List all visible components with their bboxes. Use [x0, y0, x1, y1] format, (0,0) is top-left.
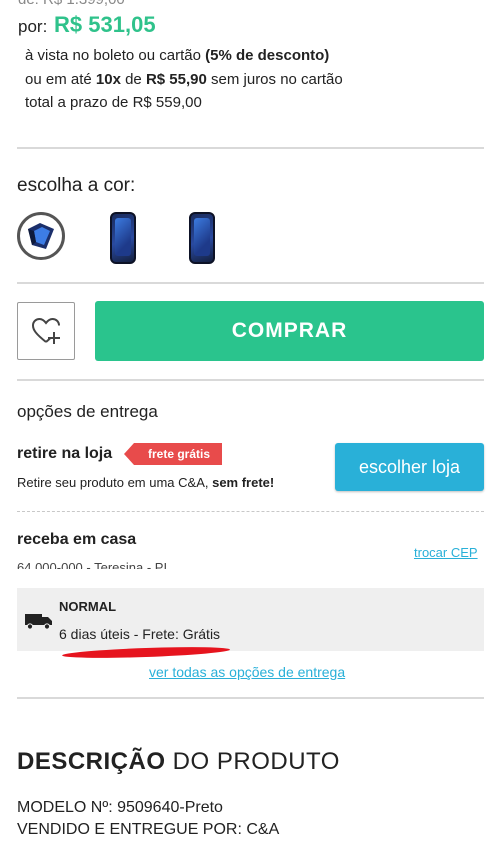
color-swatch-3[interactable] — [189, 212, 239, 264]
divider — [17, 282, 484, 284]
cep-address-text: 64.000-000 - Teresina - PI — [17, 560, 168, 569]
free-shipping-badge: frete grátis — [123, 443, 223, 465]
choose-store-button[interactable]: escolher loja — [335, 443, 484, 491]
old-price: de: R$ 1.399,00 — [18, 0, 125, 8]
dashed-divider — [17, 511, 484, 512]
phone-thumbnail-icon — [110, 212, 136, 264]
total-term-line: total a prazo de R$ 559,00 — [25, 94, 202, 111]
divider — [17, 379, 484, 381]
phone-thumbnail-icon — [189, 212, 215, 264]
model-number: MODELO Nº: 9509640-Preto — [17, 799, 223, 816]
product-description-title: DESCRIÇÃO DO PRODUTO — [17, 748, 340, 775]
phone-swatch-icon — [28, 223, 54, 249]
shipping-option-description: 6 dias úteis - Frete: Grátis — [59, 626, 221, 642]
divider — [17, 147, 484, 149]
current-price-line: por: R$ 531,05 — [18, 12, 156, 38]
color-swatch-2[interactable] — [110, 212, 160, 264]
store-pickup-title: retire na loja — [17, 445, 113, 462]
all-delivery-options-link[interactable]: ver todas as opções de entrega — [149, 664, 345, 680]
cash-discount-line: à vista no boleto ou cartão (5% de desco… — [25, 47, 330, 64]
delivery-options-title: opções de entrega — [17, 402, 158, 421]
buy-button[interactable]: COMPRAR — [95, 301, 484, 361]
truck-icon — [25, 612, 53, 635]
wishlist-button[interactable] — [17, 302, 75, 360]
color-swatch-selected[interactable] — [17, 212, 65, 260]
store-pickup-description: Retire seu produto em uma C&A, sem frete… — [17, 475, 275, 490]
shipping-option-type: NORMAL — [59, 599, 117, 614]
heart-plus-icon — [31, 317, 60, 344]
change-cep-link[interactable]: trocar CEP — [414, 545, 478, 560]
seller-info: VENDIDO E ENTREGUE POR: C&A — [17, 821, 280, 838]
installments-line: ou em até 10x de R$ 55,90 sem juros no c… — [25, 71, 343, 88]
color-picker-title: escolha a cor: — [17, 175, 136, 196]
home-delivery-title: receba em casa — [17, 531, 137, 548]
current-price: R$ 531,05 — [54, 12, 156, 37]
divider — [17, 697, 484, 699]
price-prefix: por: — [18, 17, 48, 36]
